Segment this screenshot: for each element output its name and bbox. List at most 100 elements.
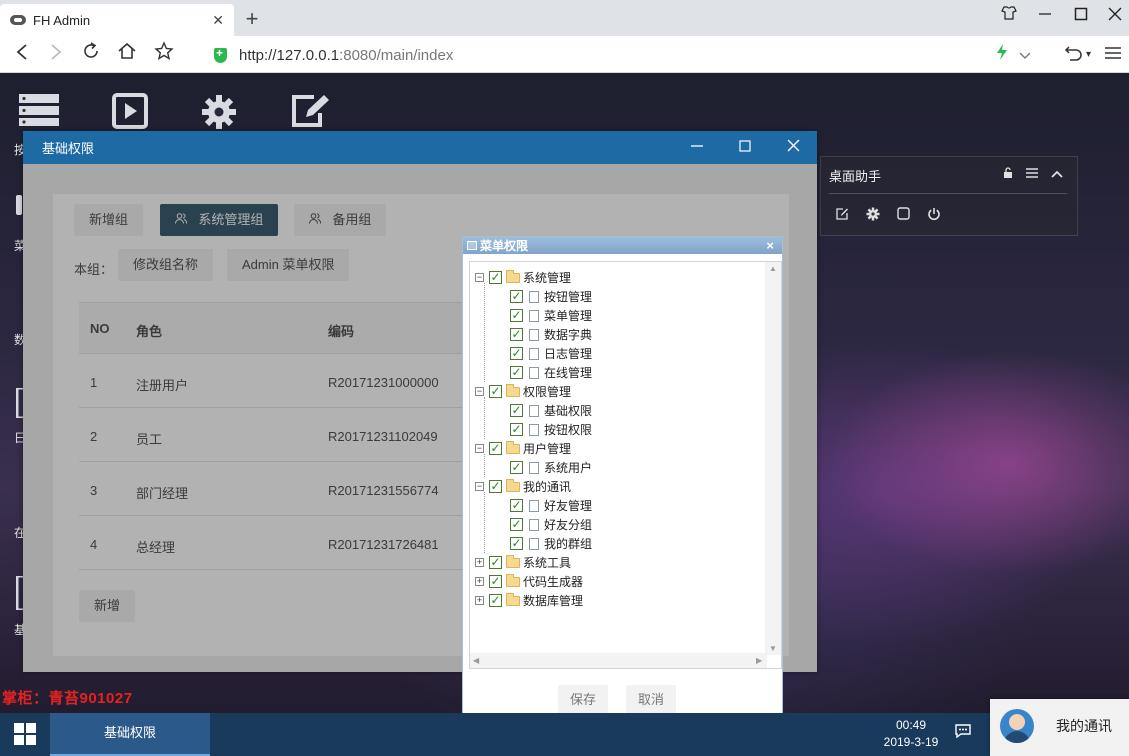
- page-icon: [529, 461, 539, 474]
- tree-connector: [484, 454, 485, 477]
- checkbox[interactable]: ✓: [489, 385, 502, 398]
- checkbox[interactable]: ✓: [489, 480, 502, 493]
- edit-icon[interactable]: [290, 93, 330, 136]
- collapse-icon[interactable]: −: [475, 482, 484, 491]
- vertical-scrollbar[interactable]: ▲ ▼: [765, 262, 781, 655]
- clock: 00:49 2019-3-19: [880, 717, 942, 751]
- checkbox[interactable]: ✓: [510, 290, 523, 303]
- scroll-up-icon[interactable]: ▲: [769, 264, 777, 273]
- gear-icon[interactable]: [866, 207, 880, 224]
- expand-icon[interactable]: +: [475, 558, 484, 567]
- tree-leaf[interactable]: ✓ 我的群组: [510, 534, 592, 553]
- back-button[interactable]: [8, 41, 36, 69]
- tree-node[interactable]: + ✓ 系统工具: [475, 553, 571, 572]
- dialog-close-button[interactable]: ×: [766, 237, 774, 254]
- chat-bubble-icon[interactable]: [954, 723, 972, 744]
- tree-leaf[interactable]: ✓ 基础权限: [510, 401, 592, 420]
- tree-leaf-label: 在线管理: [544, 366, 593, 380]
- tree-node-label: 系统管理: [523, 271, 572, 285]
- url-host: http://127.0.0.1: [239, 46, 340, 64]
- lock-icon[interactable]: [1003, 167, 1013, 182]
- checkbox[interactable]: ✓: [510, 537, 523, 550]
- tree-node[interactable]: − ✓ 我的通讯: [475, 477, 571, 496]
- tree-leaf[interactable]: ✓ 菜单管理: [510, 306, 592, 325]
- checkbox[interactable]: ✓: [510, 328, 523, 341]
- folder-icon: [506, 269, 520, 283]
- window-maximize-button[interactable]: [725, 131, 765, 164]
- scroll-left-icon[interactable]: ◀: [473, 656, 479, 665]
- undo-dropdown-icon[interactable]: ▾: [1086, 41, 1091, 69]
- save-button[interactable]: 保存: [558, 685, 609, 715]
- tshirt-icon[interactable]: [994, 4, 1024, 30]
- checkbox[interactable]: ✓: [489, 575, 502, 588]
- start-menu-icon[interactable]: [14, 723, 36, 745]
- window-icon: [467, 241, 477, 250]
- undo-icon[interactable]: [1064, 41, 1084, 69]
- reload-button[interactable]: [77, 41, 105, 69]
- tree-node[interactable]: − ✓ 权限管理: [475, 382, 571, 401]
- edit-icon[interactable]: [835, 207, 849, 224]
- new-tab-button[interactable]: +: [240, 6, 264, 32]
- window-close-button[interactable]: [773, 131, 813, 164]
- tree-leaf[interactable]: ✓ 好友分组: [510, 515, 592, 534]
- tree-leaf[interactable]: ✓ 系统用户: [510, 458, 592, 477]
- contacts-widget[interactable]: 我的通讯: [990, 699, 1129, 756]
- checkbox[interactable]: ✓: [510, 366, 523, 379]
- tree-node[interactable]: + ✓ 代码生成器: [475, 572, 583, 591]
- play-icon[interactable]: [112, 93, 148, 136]
- checkbox[interactable]: ✓: [510, 461, 523, 474]
- tree-node[interactable]: − ✓ 用户管理: [475, 439, 571, 458]
- chevron-down-icon[interactable]: [1018, 41, 1032, 69]
- horizontal-scrollbar[interactable]: ◀ ▶: [470, 653, 767, 668]
- checkbox[interactable]: ✓: [510, 518, 523, 531]
- menu-icon[interactable]: [1104, 41, 1122, 69]
- checkbox[interactable]: ✓: [489, 442, 502, 455]
- collapse-icon[interactable]: −: [475, 387, 484, 396]
- chevron-up-icon[interactable]: [1051, 167, 1063, 182]
- minimize-button[interactable]: [1030, 4, 1060, 30]
- tree-leaf[interactable]: ✓ 日志管理: [510, 344, 592, 363]
- dialog-titlebar[interactable]: 菜单权限 ×: [463, 237, 782, 254]
- browser-tab[interactable]: FH Admin ✕: [0, 4, 234, 36]
- checkbox[interactable]: ✓: [510, 423, 523, 436]
- tree-leaf[interactable]: ✓ 数据字典: [510, 325, 592, 344]
- checkbox[interactable]: ✓: [510, 309, 523, 322]
- forward-button[interactable]: [42, 41, 70, 69]
- speed-mode-icon[interactable]: [996, 41, 1008, 69]
- list-icon[interactable]: [1026, 167, 1038, 182]
- page-icon: [529, 290, 539, 303]
- expand-icon[interactable]: +: [475, 577, 484, 586]
- checkbox[interactable]: ✓: [489, 271, 502, 284]
- close-window-button[interactable]: [1100, 4, 1129, 30]
- url-field[interactable]: http://127.0.0.1 :8080/main/index: [214, 42, 453, 68]
- tree-node[interactable]: + ✓ 数据库管理: [475, 591, 583, 610]
- tree-leaf[interactable]: ✓ 在线管理: [510, 363, 592, 382]
- tree-leaf[interactable]: ✓ 按钮权限: [510, 420, 592, 439]
- checkbox[interactable]: ✓: [510, 347, 523, 360]
- home-button[interactable]: [113, 41, 141, 69]
- cancel-button[interactable]: 取消: [626, 685, 677, 715]
- power-icon[interactable]: [927, 207, 941, 224]
- collapse-icon[interactable]: −: [475, 273, 484, 282]
- tree-leaf[interactable]: ✓ 按钮管理: [510, 287, 592, 306]
- bookmark-star-button[interactable]: [150, 41, 178, 69]
- checkbox[interactable]: ✓: [489, 556, 502, 569]
- server-icon[interactable]: [18, 93, 60, 134]
- tree-node[interactable]: − ✓ 系统管理: [475, 268, 571, 287]
- taskbar-item[interactable]: 基础权限: [50, 713, 210, 756]
- page-icon: [529, 537, 539, 550]
- tree-leaf[interactable]: ✓ 好友管理: [510, 496, 592, 515]
- page-icon: [529, 423, 539, 436]
- collapse-icon[interactable]: −: [475, 444, 484, 453]
- square-icon[interactable]: [897, 207, 910, 223]
- window-minimize-button[interactable]: [677, 131, 717, 164]
- window-titlebar[interactable]: 基础权限: [23, 131, 817, 164]
- maximize-button[interactable]: [1066, 4, 1096, 30]
- expand-icon[interactable]: +: [475, 596, 484, 605]
- checkbox[interactable]: ✓: [489, 594, 502, 607]
- tab-close-icon[interactable]: ✕: [212, 12, 224, 29]
- scroll-right-icon[interactable]: ▶: [756, 656, 762, 665]
- checkbox[interactable]: ✓: [510, 404, 523, 417]
- scroll-down-icon[interactable]: ▼: [769, 644, 777, 653]
- checkbox[interactable]: ✓: [510, 499, 523, 512]
